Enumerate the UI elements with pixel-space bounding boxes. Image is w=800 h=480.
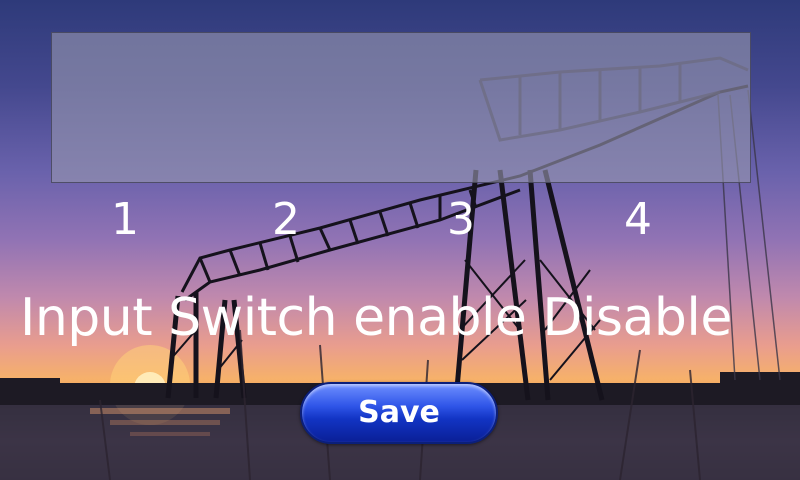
input-switch-status-text: Input Switch enable Disable (20, 288, 732, 348)
channel-label-3: 3 (447, 194, 475, 245)
channel-label-1: 1 (111, 194, 139, 245)
screen: 1 2 3 4 Input Switch enable Disable Save (0, 0, 800, 480)
overlay-panel (51, 32, 751, 183)
channel-label-4: 4 (624, 194, 652, 245)
channel-label-2: 2 (272, 194, 300, 245)
save-button[interactable]: Save (300, 382, 498, 444)
